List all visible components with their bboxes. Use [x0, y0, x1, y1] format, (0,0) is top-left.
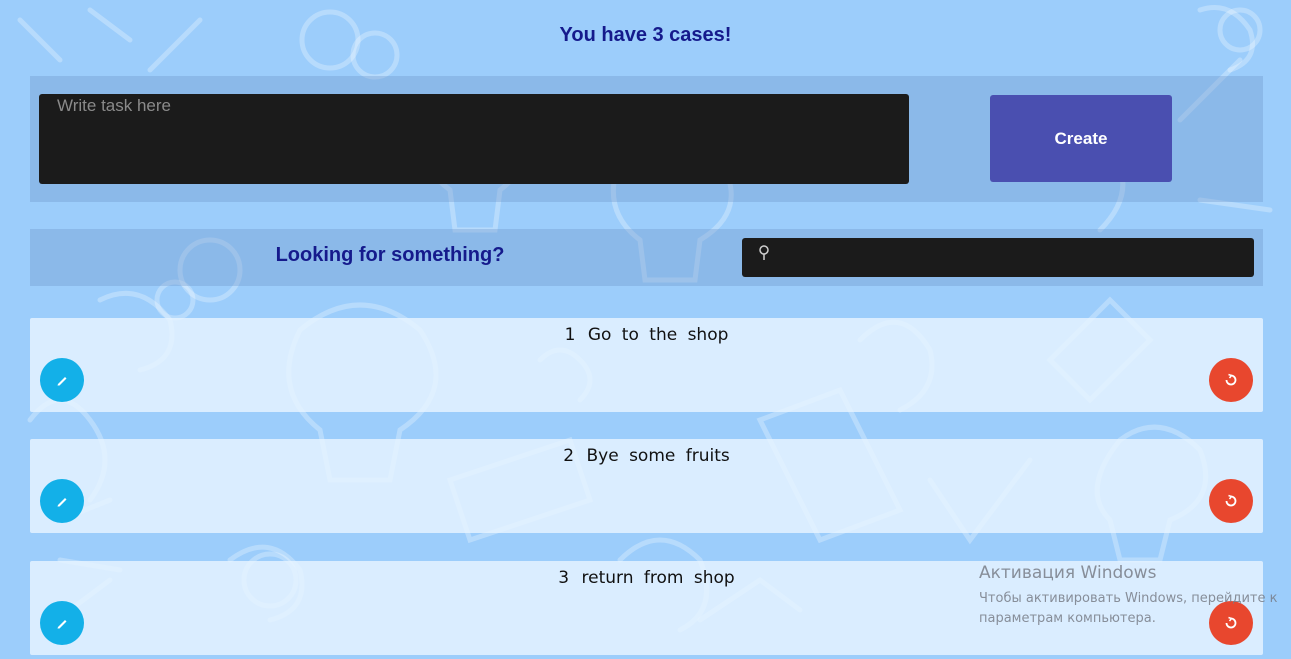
- task-text: 1 Go to the shop: [30, 325, 1263, 345]
- task-card: 3 return from shop: [30, 561, 1263, 655]
- task-number: 2: [563, 446, 575, 466]
- task-title: return from shop: [581, 568, 735, 588]
- page-title: You have 3 cases!: [559, 24, 732, 46]
- delete-task-button[interactable]: [1209, 479, 1253, 523]
- task-input[interactable]: [39, 94, 909, 184]
- task-text: 3 return from shop: [30, 568, 1263, 588]
- edit-task-button[interactable]: [40, 479, 84, 523]
- task-title: Bye some fruits: [586, 446, 730, 466]
- edit-task-button[interactable]: [40, 601, 84, 645]
- task-text: 2 Bye some fruits: [30, 446, 1263, 466]
- task-number: 1: [564, 325, 576, 345]
- task-title: Go to the shop: [587, 325, 729, 345]
- delete-task-button[interactable]: [1209, 358, 1253, 402]
- search-panel: Looking for something?: [30, 229, 1263, 286]
- pencil-icon: [57, 498, 67, 507]
- task-number: 3: [558, 568, 570, 588]
- recycle-icon: [1225, 616, 1237, 629]
- recycle-icon: [1225, 494, 1237, 507]
- search-icon: [759, 245, 769, 260]
- task-card: 2 Bye some fruits: [30, 439, 1263, 533]
- pencil-icon: [57, 620, 67, 629]
- delete-task-button[interactable]: [1209, 601, 1253, 645]
- search-input[interactable]: [778, 238, 1252, 279]
- pencil-icon: [57, 377, 67, 386]
- recycle-icon: [1225, 373, 1237, 386]
- create-button[interactable]: Create: [990, 95, 1172, 182]
- create-task-panel: Create: [30, 76, 1263, 202]
- edit-task-button[interactable]: [40, 358, 84, 402]
- task-card: 1 Go to the shop: [30, 318, 1263, 412]
- search-label: Looking for something?: [275, 244, 505, 266]
- search-field[interactable]: [742, 238, 1254, 279]
